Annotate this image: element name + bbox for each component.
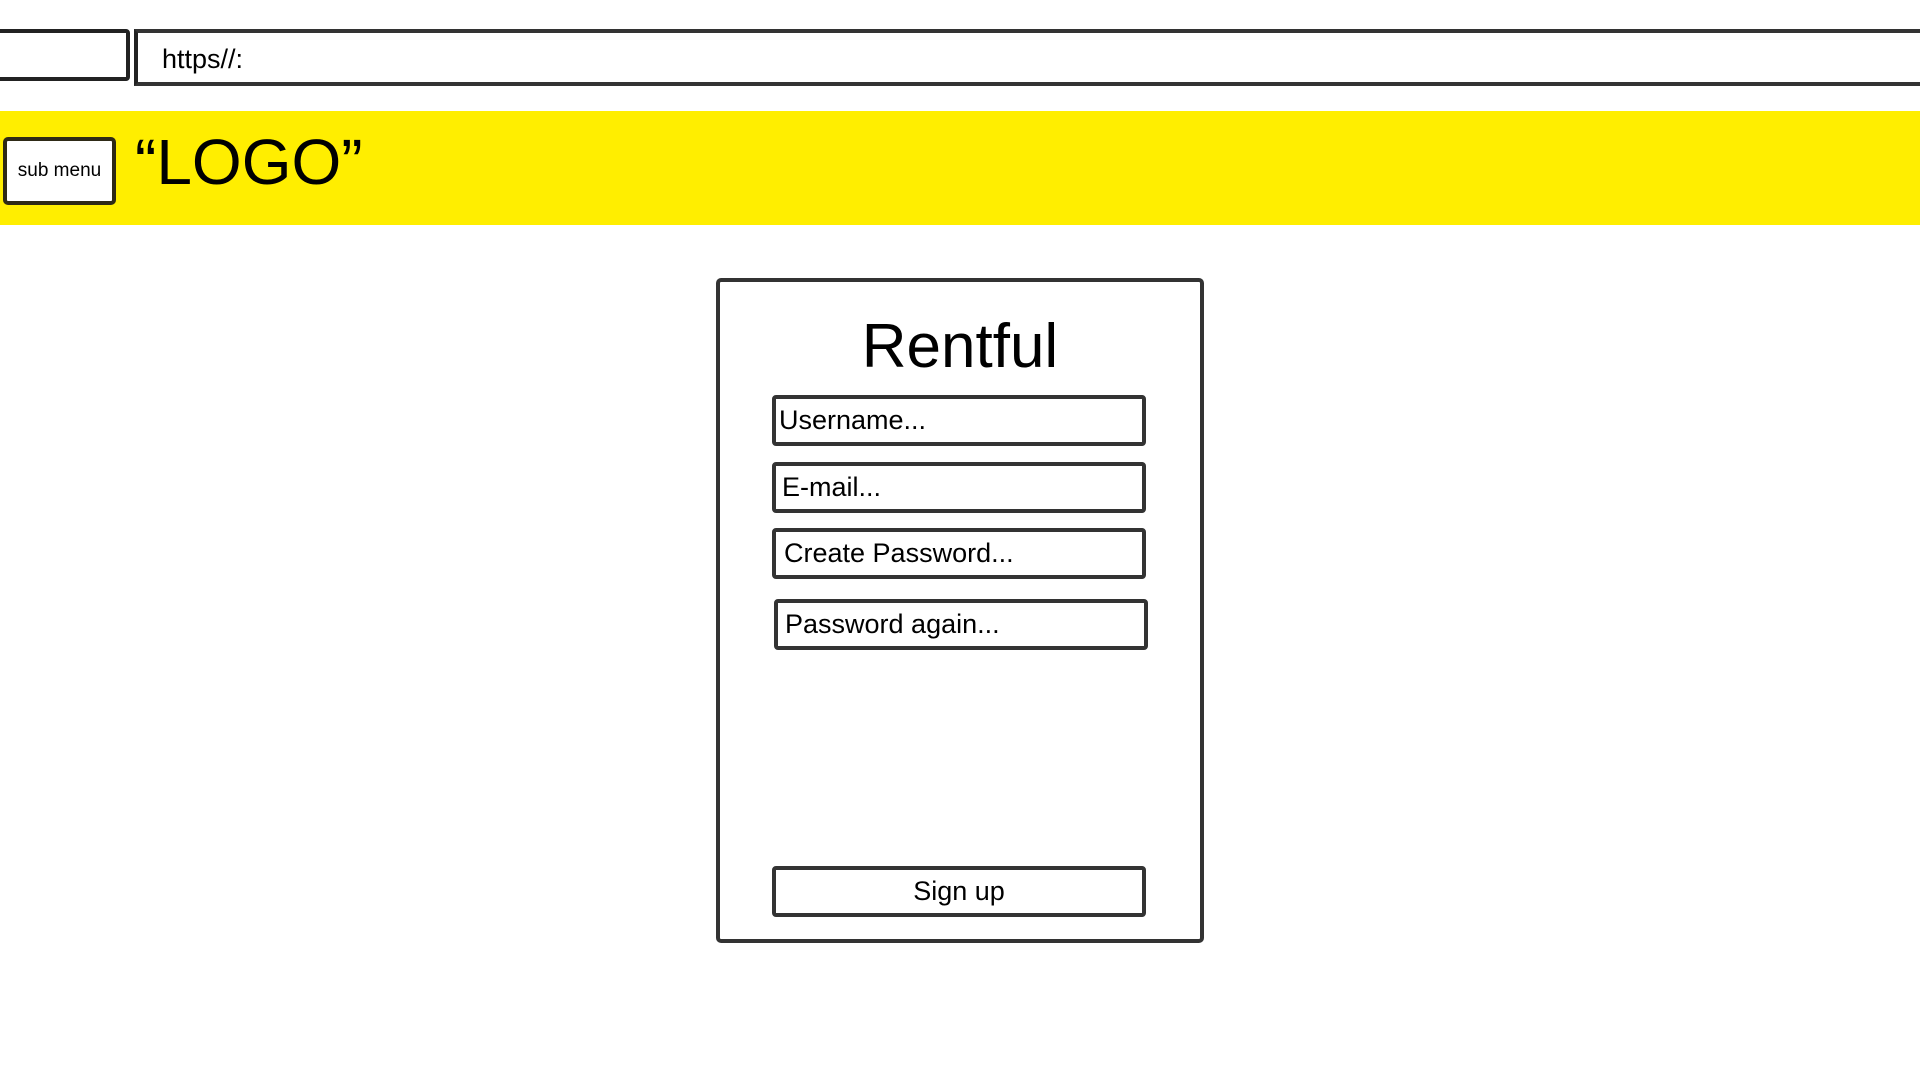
password-again-input[interactable]: [774, 599, 1148, 650]
page: https//: sub menu “LOGO” Rentful Sign up: [0, 0, 1920, 1080]
address-bar-url: https//:: [162, 44, 244, 74]
site-header: sub menu “LOGO”: [0, 111, 1920, 225]
site-logo[interactable]: “LOGO”: [135, 125, 363, 199]
address-bar[interactable]: https//:: [134, 29, 1920, 86]
create-password-input[interactable]: [772, 528, 1146, 579]
signup-card: Rentful Sign up: [716, 278, 1204, 943]
browser-nav-box[interactable]: [0, 29, 130, 81]
sign-up-button[interactable]: Sign up: [772, 866, 1146, 917]
signup-card-title: Rentful: [861, 312, 1059, 381]
email-input[interactable]: [772, 462, 1146, 513]
username-input[interactable]: [772, 395, 1146, 446]
submenu-button[interactable]: sub menu: [3, 137, 116, 205]
